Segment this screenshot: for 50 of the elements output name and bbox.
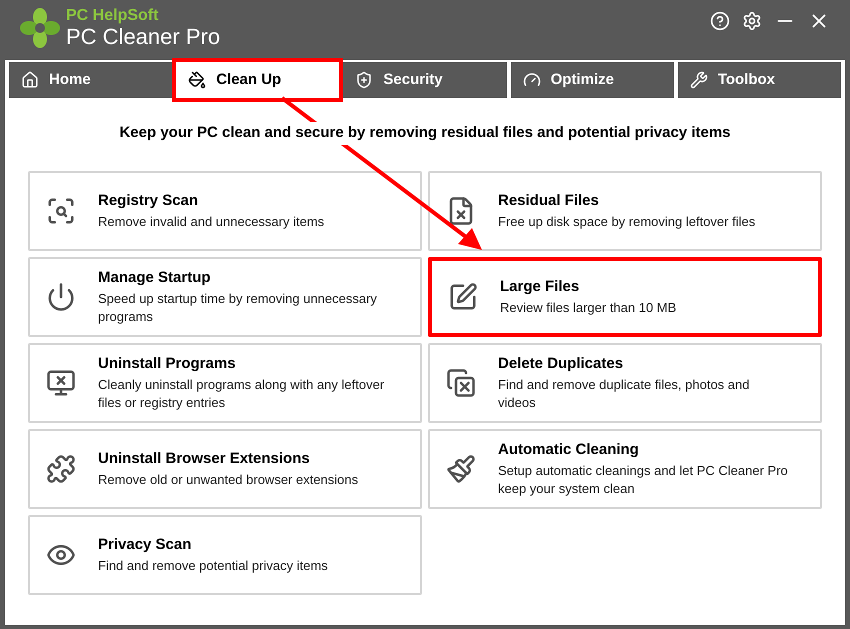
tab[interactable]: Security xyxy=(343,62,507,98)
tool-title: Uninstall Browser Extensions xyxy=(98,449,311,470)
tool-title: Registry Scan xyxy=(98,191,200,212)
settings-icon[interactable] xyxy=(742,11,762,31)
tool-title: Large Files xyxy=(500,277,580,298)
app-title: PC Cleaner Pro xyxy=(66,26,220,48)
puzzle-icon xyxy=(46,454,76,484)
tool-title: Manage Startup xyxy=(98,268,212,288)
tab[interactable]: Clean Up xyxy=(176,62,340,98)
tool-description: Free up disk space by removing leftover files xyxy=(498,212,756,231)
tool-card[interactable]: Manage Startup Speed up startup time by removing unnecessary programs xyxy=(28,256,422,336)
tool-title: Privacy Scan xyxy=(98,535,192,556)
tool-description: Speed up startup time by removing unnecessary programs xyxy=(98,290,378,326)
copy-x-icon xyxy=(446,368,476,398)
help-icon[interactable] xyxy=(710,11,730,31)
home-icon xyxy=(21,71,39,89)
leaf-logo-icon xyxy=(20,8,60,48)
tool-title: Automatic Cleaning xyxy=(498,440,640,460)
shield-icon xyxy=(355,71,374,89)
tool-title: Delete Duplicates xyxy=(498,354,624,374)
tool-description: Review files larger than 10 MB xyxy=(500,298,676,317)
tool-card[interactable]: Large Files Review files larger than 10 MB xyxy=(428,256,822,336)
tool-description: Cleanly uninstall programs along with any leftover files or registry entries xyxy=(98,376,386,412)
tool-card[interactable]: Residual Files Free up disk space by removing leftover files xyxy=(428,170,822,250)
tool-card[interactable]: Privacy Scan Find and remove potential privacy items xyxy=(28,514,422,594)
tab[interactable]: Home xyxy=(9,62,172,98)
tool-card[interactable]: Uninstall Programs Cleanly uninstall programs along with any leftover files or registry entries xyxy=(28,342,422,422)
tool-description: Setup automatic cleanings and let PC Cleaner Pro keep your system clean xyxy=(498,462,788,498)
tab[interactable]: Optimize xyxy=(510,62,674,98)
tool-card[interactable]: Automatic Cleaning Setup automatic cleanings and let PC Cleaner Pro keep your system clean xyxy=(428,428,822,508)
vendor-name: PC HelpSoft xyxy=(66,8,160,24)
page-heading: Keep your PC clean and secure by removing residual files and potential privacy items xyxy=(119,122,731,144)
gauge-icon xyxy=(522,71,541,89)
grid-search-icon xyxy=(46,196,76,226)
power-icon xyxy=(46,282,76,312)
tool-card[interactable]: Registry Scan Remove invalid and unnecessary items xyxy=(28,170,422,250)
monitor-x-icon xyxy=(46,368,76,398)
bucket-icon xyxy=(188,71,206,89)
tool-card[interactable]: Delete Duplicates Find and remove duplicate files, photos and videos xyxy=(428,342,822,422)
brush-icon xyxy=(446,454,476,484)
tool-description: Remove old or unwanted browser extensions xyxy=(98,470,358,489)
tool-title: Uninstall Programs xyxy=(98,354,237,374)
tool-description: Remove invalid and unnecessary items xyxy=(98,212,324,231)
tool-title: Residual Files xyxy=(498,191,600,212)
wrench-icon xyxy=(690,71,708,89)
tool-description: Find and remove potential privacy items xyxy=(98,556,328,575)
tool-card[interactable]: Uninstall Browser Extensions Remove old or unwanted browser extensions xyxy=(28,428,422,508)
tab[interactable]: Toolbox xyxy=(678,62,842,98)
file-edit-icon xyxy=(448,282,478,312)
tool-description: Find and remove duplicate files, photos and videos xyxy=(498,376,750,412)
